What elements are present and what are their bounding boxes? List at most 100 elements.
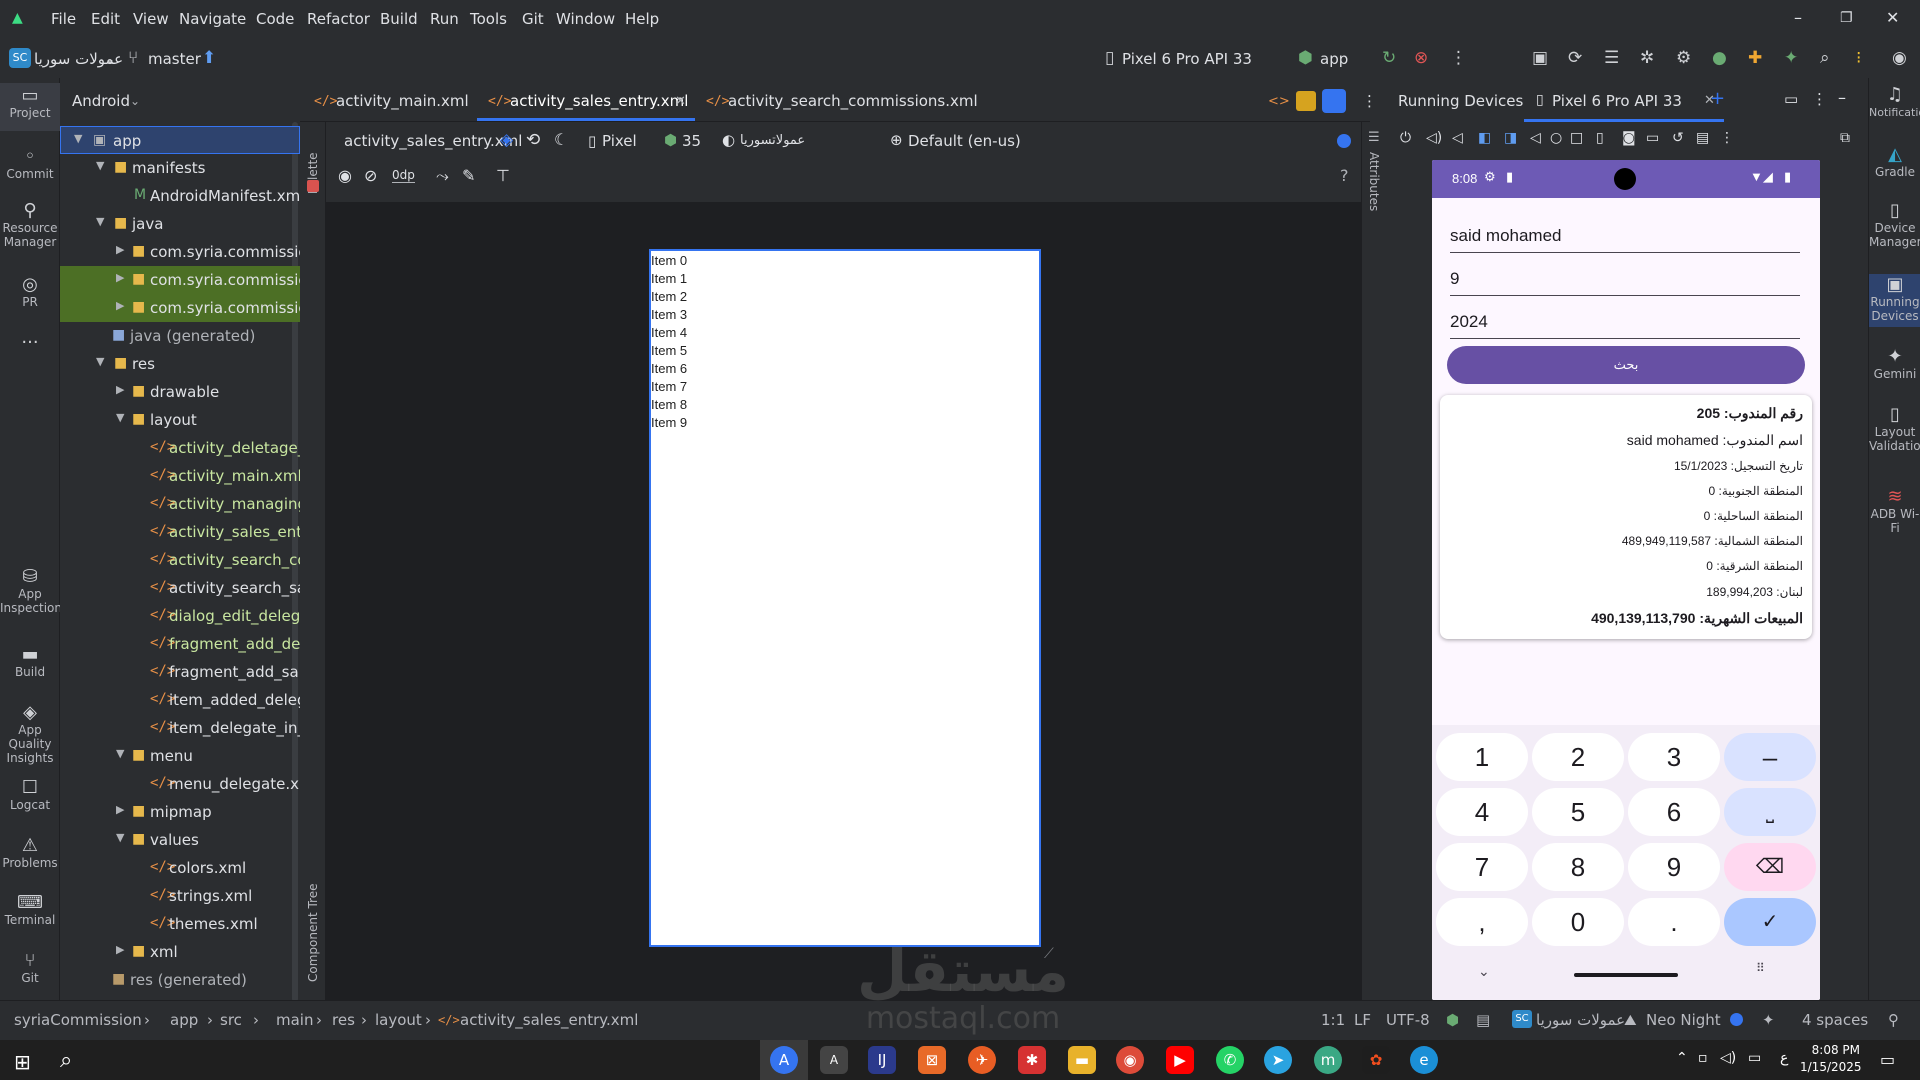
menu-help[interactable]: Help: [625, 10, 659, 28]
back-icon[interactable]: ◁: [1530, 130, 1541, 146]
project-view-selector[interactable]: Android: [72, 92, 130, 110]
menu-file[interactable]: File: [51, 10, 76, 28]
layout-file-selector[interactable]: activity_sales_entry.xml: [344, 132, 522, 150]
tool-device-manager[interactable]: ▯ Device Manager: [1869, 202, 1920, 250]
file-explorer-taskbar-icon[interactable]: ▬: [1068, 1046, 1096, 1074]
year-field[interactable]: 2024: [1450, 312, 1800, 339]
tool-pr[interactable]: ◎ PR: [0, 276, 60, 310]
menu-run[interactable]: Run: [430, 10, 459, 28]
key-1[interactable]: 1: [1436, 733, 1528, 781]
tree-item[interactable]: ▼ ■ res: [60, 350, 300, 378]
stop-icon[interactable]: ⊗: [1414, 48, 1428, 68]
info-icon[interactable]: [1337, 134, 1351, 148]
more-icon[interactable]: ⋮: [1720, 130, 1734, 146]
key-7[interactable]: 7: [1436, 843, 1528, 891]
menu-navigate[interactable]: Navigate: [179, 10, 246, 28]
tool-project[interactable]: ▭ Project: [0, 83, 60, 131]
tree-item[interactable]: </>activity_deletage_pr: [60, 434, 300, 462]
mongodb-compass-taskbar-icon[interactable]: m: [1314, 1046, 1342, 1074]
cursor-position[interactable]: 1:1: [1321, 1011, 1345, 1029]
tree-item[interactable]: </>activity_managing_d: [60, 490, 300, 518]
power-icon[interactable]: ⏻: [1400, 130, 1411, 146]
lock-icon[interactable]: ⚲: [1888, 1011, 1899, 1029]
split-view-icon[interactable]: [1296, 91, 1316, 111]
tool-terminal[interactable]: ⌨ Terminal: [0, 894, 60, 928]
menu-code[interactable]: Code: [256, 10, 294, 28]
tab-activity-sales-entry[interactable]: activity_sales_entry.xml: [510, 92, 688, 110]
device-tab[interactable]: ▯ Pixel 6 Pro API 33 ✕: [1524, 78, 1724, 122]
key-3[interactable]: 3: [1628, 733, 1720, 781]
breadcrumb-src[interactable]: src: [220, 1011, 242, 1029]
reset-icon[interactable]: ↺: [1672, 130, 1684, 146]
tree-item[interactable]: ▼ ■ manifests: [60, 154, 300, 182]
youtube-taskbar-icon[interactable]: ▶: [1166, 1046, 1194, 1074]
more-icon[interactable]: ⋮: [1362, 92, 1377, 110]
more-icon[interactable]: ⋮: [1812, 90, 1827, 108]
tree-item[interactable]: </>dialog_edit_delegate: [60, 602, 300, 630]
key-period[interactable]: .: [1628, 898, 1720, 946]
tray-expand-icon[interactable]: ⌃: [1676, 1050, 1688, 1066]
month-field[interactable]: 9: [1450, 269, 1800, 296]
key-5[interactable]: 5: [1532, 788, 1624, 836]
indent-setting[interactable]: 4 spaces: [1802, 1011, 1868, 1029]
chevron-down-icon[interactable]: ⌄: [105, 52, 115, 66]
tree-item[interactable]: </>activity_sales_entry.:: [60, 518, 300, 546]
component-tree-label[interactable]: Component Tree: [306, 872, 320, 982]
readonly-icon[interactable]: ▤: [1476, 1011, 1490, 1029]
tree-item[interactable]: ▼ ■ java: [60, 210, 300, 238]
account-icon[interactable]: ◉: [1892, 48, 1907, 68]
hide-keyboard-icon[interactable]: ⌄: [1478, 963, 1490, 980]
key-comma[interactable]: ,: [1436, 898, 1528, 946]
menu-edit[interactable]: Edit: [91, 10, 120, 28]
ai-icon[interactable]: ✦: [1762, 1011, 1775, 1029]
notification-center-icon[interactable]: ▭: [1880, 1050, 1895, 1069]
close-tab-icon[interactable]: ✕: [675, 94, 686, 109]
phone-screen[interactable]: 8:08 ⚙ ▮ ▼◢ ▮ said mohamed 9 2024 بحث رق…: [1432, 160, 1820, 1000]
menu-tools[interactable]: Tools: [470, 10, 507, 28]
device-selector[interactable]: Pixel 6 Pro API 33: [1122, 50, 1252, 68]
tool-resource-manager[interactable]: ⚲ Resource Manager: [0, 202, 60, 250]
night-mode-icon[interactable]: ☾: [554, 130, 568, 149]
network-icon[interactable]: ▭: [1748, 1050, 1761, 1066]
tool-gemini[interactable]: ✦ Gemini: [1869, 348, 1920, 382]
tool-adb-wifi[interactable]: ≋ ADB Wi-Fi: [1869, 488, 1920, 536]
tree-item[interactable]: ▼ ▣ app: [60, 126, 300, 154]
profiler-icon[interactable]: ☰: [1604, 48, 1619, 68]
search-icon[interactable]: ⌕: [60, 1048, 72, 1073]
xampp-taskbar-icon[interactable]: ⊠: [918, 1046, 946, 1074]
menu-git[interactable]: Git: [522, 10, 544, 28]
tree-item[interactable]: ▶ ■ xml: [60, 938, 300, 966]
key-space[interactable]: ⎵: [1724, 788, 1816, 836]
layout-preview[interactable]: Item 0 Item 1 Item 2 Item 3 Item 4 Item …: [649, 249, 1041, 947]
sync-icon[interactable]: ⟳: [1568, 48, 1582, 68]
tree-item[interactable]: ▶ ■ mipmap: [60, 798, 300, 826]
tree-item[interactable]: ▼ ■ menu: [60, 742, 300, 770]
api-selector[interactable]: 35: [682, 132, 701, 150]
minimize-panel-icon[interactable]: –: [1838, 88, 1846, 107]
breadcrumb-project[interactable]: syriaCommission: [14, 1011, 142, 1029]
app-a-taskbar-icon[interactable]: A: [820, 1046, 848, 1074]
help-icon[interactable]: ?: [1340, 166, 1349, 185]
tree-item[interactable]: </>item_added_delegat: [60, 686, 300, 714]
zoom-icon[interactable]: ⧉: [1840, 130, 1850, 146]
breadcrumb-main[interactable]: main: [276, 1011, 313, 1029]
tree-item[interactable]: </> themes.xml: [60, 910, 300, 938]
magnet-off-icon[interactable]: ⊘: [364, 166, 377, 185]
more-icon[interactable]: ⋮: [1450, 48, 1467, 68]
attributes-label[interactable]: Attributes: [1367, 152, 1381, 232]
menu-view[interactable]: View: [133, 10, 169, 28]
close-window-icon[interactable]: ✕: [1886, 8, 1899, 27]
telegram-taskbar-icon[interactable]: ➤: [1264, 1046, 1292, 1074]
mirror-icon[interactable]: ▤: [1696, 130, 1709, 146]
push-icon[interactable]: ⬆: [202, 48, 216, 68]
volume-icon[interactable]: ◁): [1720, 1050, 1736, 1066]
notifications-icon[interactable]: ⁝: [1856, 48, 1861, 68]
app-red-taskbar-icon[interactable]: ✱: [1018, 1046, 1046, 1074]
chrome-taskbar-icon[interactable]: ◉: [1116, 1046, 1144, 1074]
device-selector[interactable]: Pixel: [602, 132, 637, 150]
tab-activity-search-commissions[interactable]: activity_search_commissions.xml: [728, 92, 978, 110]
menu-build[interactable]: Build: [380, 10, 418, 28]
settings-sync-icon[interactable]: ⚙: [1676, 48, 1691, 68]
taskbar-time[interactable]: 8:08 PM: [1810, 1043, 1860, 1057]
tree-item[interactable]: ■ java (generated): [60, 322, 300, 350]
